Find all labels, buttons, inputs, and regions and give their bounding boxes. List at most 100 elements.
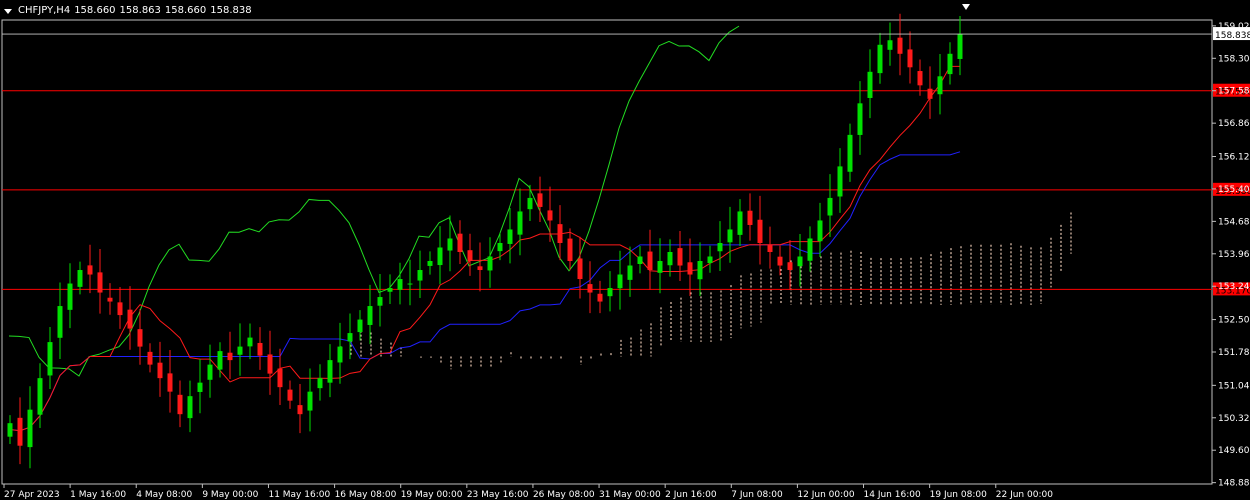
candle-body [757,219,763,243]
candle-body [657,261,663,273]
candle-body [267,354,273,374]
candle-body [157,362,163,379]
candle-body [437,247,443,266]
candle-body [497,242,503,252]
candle-body [887,40,893,50]
x-tick-label: 16 May 08:00 [335,490,397,500]
candle-body [417,270,423,281]
chart-shift-marker [962,4,970,10]
candle-body [897,37,903,54]
candle-body [337,346,343,363]
candle-body [207,364,213,380]
candle-body [467,250,473,262]
candle-body [827,197,833,216]
candle-body [327,360,333,383]
candle-body [917,71,923,86]
y-tick-label: 149.600 [1218,446,1250,456]
candle-body [177,394,183,415]
candle-body [247,337,253,347]
candle-body [797,256,803,267]
candle-body [617,274,623,289]
open-value: 158.660 [74,5,116,16]
candle-body [197,382,203,392]
candle-body [587,284,593,293]
y-tick-label: 156.860 [1218,119,1250,129]
x-tick-label: 19 May 00:00 [401,490,463,500]
candle-body [667,252,673,266]
candle-body [727,229,733,243]
candle-body [537,193,543,207]
price-chart[interactable]: 157.580155.380153.170159.020158.300157.5… [0,0,1250,500]
y-tick-label: 148.880 [1218,479,1250,489]
candle-body [117,302,123,316]
candle-body [547,210,553,221]
x-tick-label: 11 May 16:00 [268,490,330,500]
candle-body [857,103,863,135]
x-tick-label: 26 May 08:00 [533,490,595,500]
candle-body [27,409,33,448]
candle-body [447,238,453,251]
y-tick-label: 157.580 [1218,87,1250,97]
candle-body [227,352,233,361]
candle-body [647,251,653,271]
candle-body [127,309,133,329]
candle-body [747,210,753,225]
candle-body [867,71,873,98]
candle-body [567,238,573,262]
candle-body [577,258,583,280]
candle-body [77,270,83,287]
current-price-label: 158.838 [1215,31,1250,41]
y-tick-label: 154.680 [1218,217,1250,227]
candle-body [347,333,353,342]
candle-body [257,342,263,356]
candle-body [137,329,143,347]
candle-body [507,229,513,244]
candle-body [17,417,23,446]
candle-body [427,261,433,266]
candle-body [287,389,293,401]
candle-body [317,378,323,389]
candle-body [47,342,53,376]
candle-body [607,288,613,297]
y-tick-label: 158.300 [1218,54,1250,64]
candle-body [937,76,943,95]
candle-body [697,261,703,280]
candle-body [407,283,413,285]
x-tick-label: 9 May 00:00 [202,490,258,500]
x-tick-label: 31 May 00:00 [599,490,661,500]
low-value: 158.660 [164,5,207,16]
candle-body [817,220,823,242]
candle-body [167,373,173,392]
candle-body [957,33,963,59]
candle-body [87,265,93,275]
close-value: 158.838 [210,5,252,16]
candle-body [627,265,633,280]
chikou-span-line [8,25,740,377]
candle-body [97,272,103,293]
x-tick-label: 4 May 08:00 [136,490,192,500]
tenkan-sen-line [9,65,960,432]
candle-body [527,197,533,210]
candle-body [237,346,243,355]
candle-body [217,351,223,370]
candle-body [707,256,713,264]
candle-body [557,224,563,243]
candle-body [687,262,693,275]
candle-body [947,53,953,75]
candle-body [807,238,813,261]
chart-menu-icon[interactable] [4,8,12,14]
candle-body [357,319,363,333]
candle-body [307,391,313,411]
candle-body [187,396,193,419]
candles [7,13,963,469]
x-tick-label: 1 May 16:00 [70,490,126,500]
candle-body [67,283,73,310]
candle-body [677,248,683,266]
symbol-label: CHFJPY,H4 [18,5,71,16]
candle-body [847,134,853,172]
x-tick-label: 7 Jun 08:00 [731,490,783,500]
chart-window[interactable]: 157.580155.380153.170159.020158.300157.5… [0,0,1250,500]
candle-body [907,49,913,68]
x-tick-label: 14 Jun 16:00 [864,490,921,500]
chart-header: CHFJPY,H4 158.660 158.863 158.660 158.83… [4,4,252,18]
